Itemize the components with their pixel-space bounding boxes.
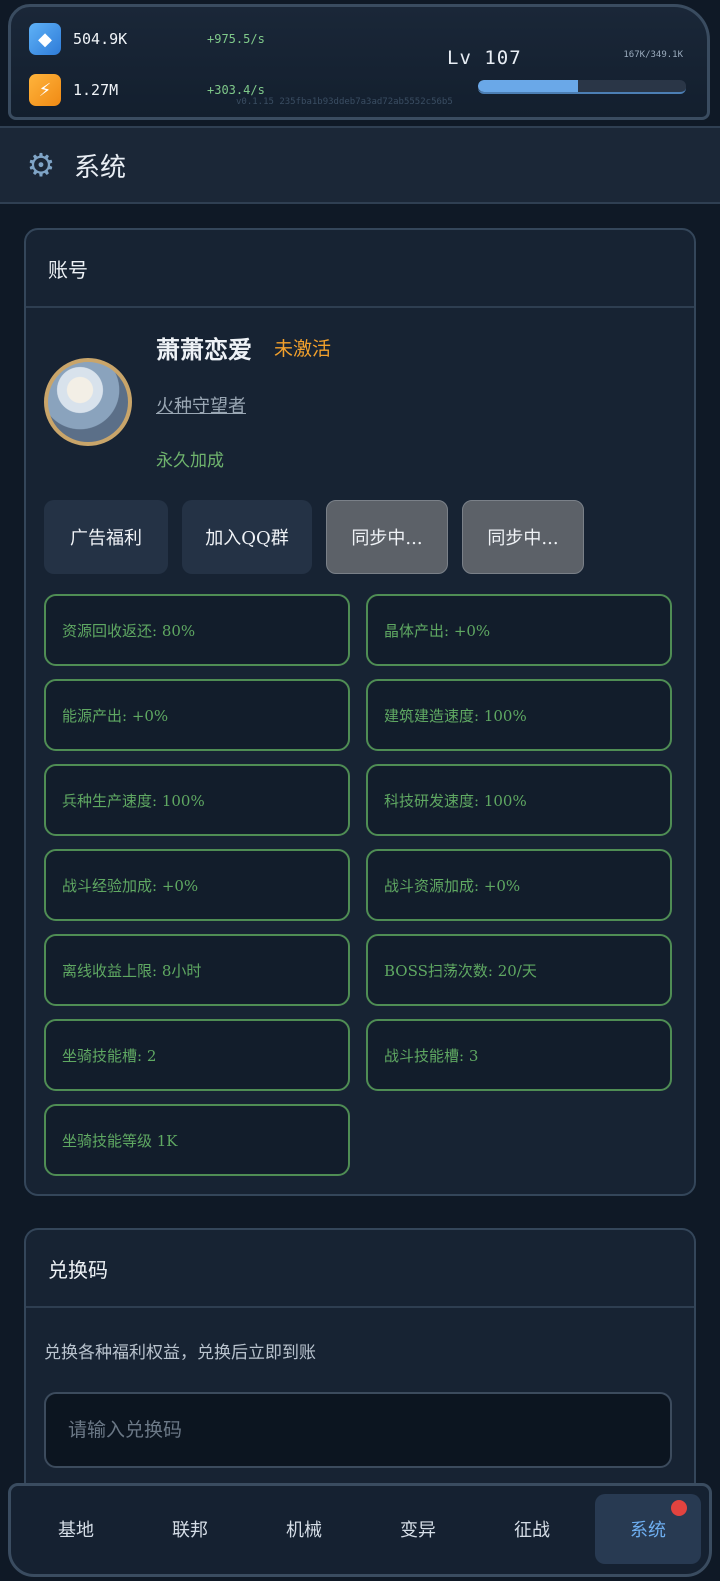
stat-unit-production-speed: 兵种生产速度: 100% [44,764,350,836]
stat-research-speed: 科技研发速度: 100% [366,764,672,836]
notification-dot [671,1500,687,1516]
activation-status[interactable]: 未激活 [274,334,331,361]
stat-boss-sweep-count: BOSS扫荡次数: 20/天 [366,934,672,1006]
exp-text: 167K/349.1K [623,50,683,60]
exp-bar [478,80,686,94]
account-card: 账号 萧萧恋爱 未激活 火种守望者 永久加成 广告福利 加入QQ群 同步中...… [24,228,696,1196]
gem-rate: +975.5/s [207,32,265,46]
stat-offline-income-limit: 离线收益上限: 8小时 [44,934,350,1006]
stat-build-speed: 建筑建造速度: 100% [366,679,672,751]
bolt-icon: ⚡ [29,74,61,106]
ad-benefit-button[interactable]: 广告福利 [44,500,168,574]
version-text: v0.1.15 235fba1b93ddeb7a3ad72ab5552c56b5 [236,97,453,107]
user-title[interactable]: 火种守望者 [156,392,246,418]
redeem-header: 兑换码 [26,1230,694,1308]
permanent-bonus-label: 永久加成 [156,451,224,471]
page-title-bar: ⚙ 系统 [0,126,720,204]
stat-battle-resource-bonus: 战斗资源加成: +0% [366,849,672,921]
stat-battle-skill-slots: 战斗技能槽: 3 [366,1019,672,1091]
page-title: 系统 [74,152,127,183]
energy-rate: +303.4/s [207,83,265,97]
level-label: Lv 107 [447,47,522,69]
redeem-description: 兑换各种福利权益，兑换后立即到账 [44,1343,316,1363]
nav-system[interactable]: 系统 [595,1494,701,1564]
top-hud: ◆ 504.9K +975.5/s ⚡ 1.27M +303.4/s Lv 10… [8,4,710,120]
gem-value: 504.9K [73,30,128,48]
gear-icon: ⚙ [26,146,56,184]
redeem-code-input[interactable] [44,1392,672,1468]
nav-system-label: 系统 [630,1520,666,1541]
stat-resource-recycle: 资源回收返还: 80% [44,594,350,666]
stat-energy-output: 能源产出: +0% [44,679,350,751]
avatar[interactable] [44,358,132,446]
sync-button-1[interactable]: 同步中... [326,500,448,574]
exp-fill [478,80,578,92]
gem-resource: ◆ 504.9K +975.5/s [29,23,265,55]
user-name: 萧萧恋爱 [156,335,252,364]
account-header: 账号 [26,230,694,308]
stat-battle-exp-bonus: 战斗经验加成: +0% [44,849,350,921]
redeem-card: 兑换码 兑换各种福利权益，兑换后立即到账 [24,1228,696,1488]
stat-mount-skill-slots: 坐骑技能槽: 2 [44,1019,350,1091]
stat-mount-skill-level: 坐骑技能等级 1K [44,1104,350,1176]
energy-resource: ⚡ 1.27M +303.4/s [29,74,265,106]
nav-federation[interactable]: 联邦 [137,1494,243,1564]
join-qq-group-button[interactable]: 加入QQ群 [182,500,312,574]
gem-icon: ◆ [29,23,61,55]
bottom-nav: 基地 联邦 机械 变异 征战 系统 [8,1483,712,1577]
nav-campaign[interactable]: 征战 [479,1494,585,1564]
nav-machinery[interactable]: 机械 [251,1494,357,1564]
nav-base[interactable]: 基地 [23,1494,129,1564]
energy-value: 1.27M [73,81,119,99]
sync-button-2[interactable]: 同步中... [462,500,584,574]
stat-crystal-output: 晶体产出: +0% [366,594,672,666]
nav-mutation[interactable]: 变异 [365,1494,471,1564]
